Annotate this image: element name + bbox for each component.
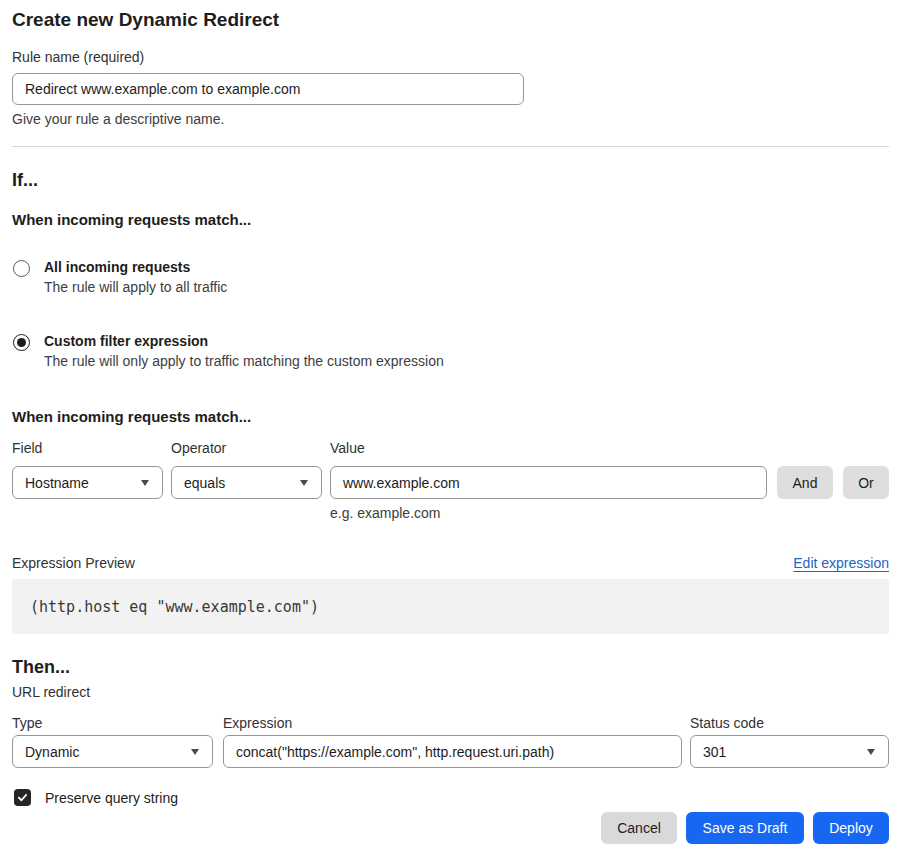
radio-option-custom-filter[interactable]: Custom filter expression The rule will o… [12,333,889,369]
field-select[interactable]: Hostname [12,466,163,499]
value-input[interactable]: www.example.com [330,466,767,499]
rule-name-helper: Give your rule a descriptive name. [12,112,889,127]
status-code-value: 301 [703,744,726,760]
deploy-button[interactable]: Deploy [813,812,889,844]
form-actions: Cancel Save as Draft Deploy [12,812,889,844]
expression-preview-label: Expression Preview [12,556,135,571]
status-code-select[interactable]: 301 [690,735,889,768]
rule-name-input[interactable]: Redirect www.example.com to example.com [12,73,524,105]
expression-input[interactable]: concat("https://example.com", http.reque… [223,735,682,768]
edit-expression-link[interactable]: Edit expression [793,556,889,571]
value-helper: e.g. example.com [330,506,767,521]
radio-description: The rule will only apply to traffic matc… [44,354,444,369]
radio-label: All incoming requests [44,259,227,275]
radio-label: Custom filter expression [44,333,444,349]
save-as-draft-button[interactable]: Save as Draft [686,812,804,844]
then-heading: Then... [12,657,889,677]
and-button[interactable]: And [777,466,833,499]
checkbox-label: Preserve query string [45,790,178,806]
operator-label: Operator [171,441,322,456]
checkbox-checked-icon[interactable] [14,789,31,806]
operator-select-value: equals [184,475,225,491]
radio-checked-icon[interactable] [13,334,30,351]
url-redirect-label: URL redirect [12,685,889,700]
or-button[interactable]: Or [843,466,889,499]
if-heading: If... [12,170,889,190]
status-code-label: Status code [690,716,889,731]
radio-option-all-requests[interactable]: All incoming requests The rule will appl… [12,259,889,295]
field-select-value: Hostname [25,475,89,491]
rule-name-label: Rule name (required) [12,50,889,65]
match-heading: When incoming requests match... [12,211,889,228]
radio-unchecked-icon[interactable] [13,260,30,277]
preserve-query-option[interactable]: Preserve query string [12,789,889,806]
expression-builder-row: Field Hostname Operator equals Value www… [12,441,889,521]
type-select-value: Dynamic [25,744,79,760]
radio-description: The rule will apply to all traffic [44,280,227,295]
chevron-down-icon [867,749,875,755]
chevron-down-icon [191,749,199,755]
expression-label: Expression [223,716,682,731]
cancel-button[interactable]: Cancel [601,812,677,844]
operator-select[interactable]: equals [171,466,322,499]
value-label: Value [330,441,767,456]
redirect-config-row: Type Dynamic Expression concat("https://… [12,716,889,768]
expression-preview-code: (http.host eq "www.example.com") [12,579,889,634]
type-label: Type [12,716,213,731]
divider [12,146,889,147]
builder-heading: When incoming requests match... [12,408,889,425]
chevron-down-icon [300,480,308,486]
type-select[interactable]: Dynamic [12,735,213,768]
create-redirect-form: Create new Dynamic Redirect Rule name (r… [0,9,907,844]
page-title: Create new Dynamic Redirect [12,9,889,31]
field-label: Field [12,441,163,456]
chevron-down-icon [141,480,149,486]
